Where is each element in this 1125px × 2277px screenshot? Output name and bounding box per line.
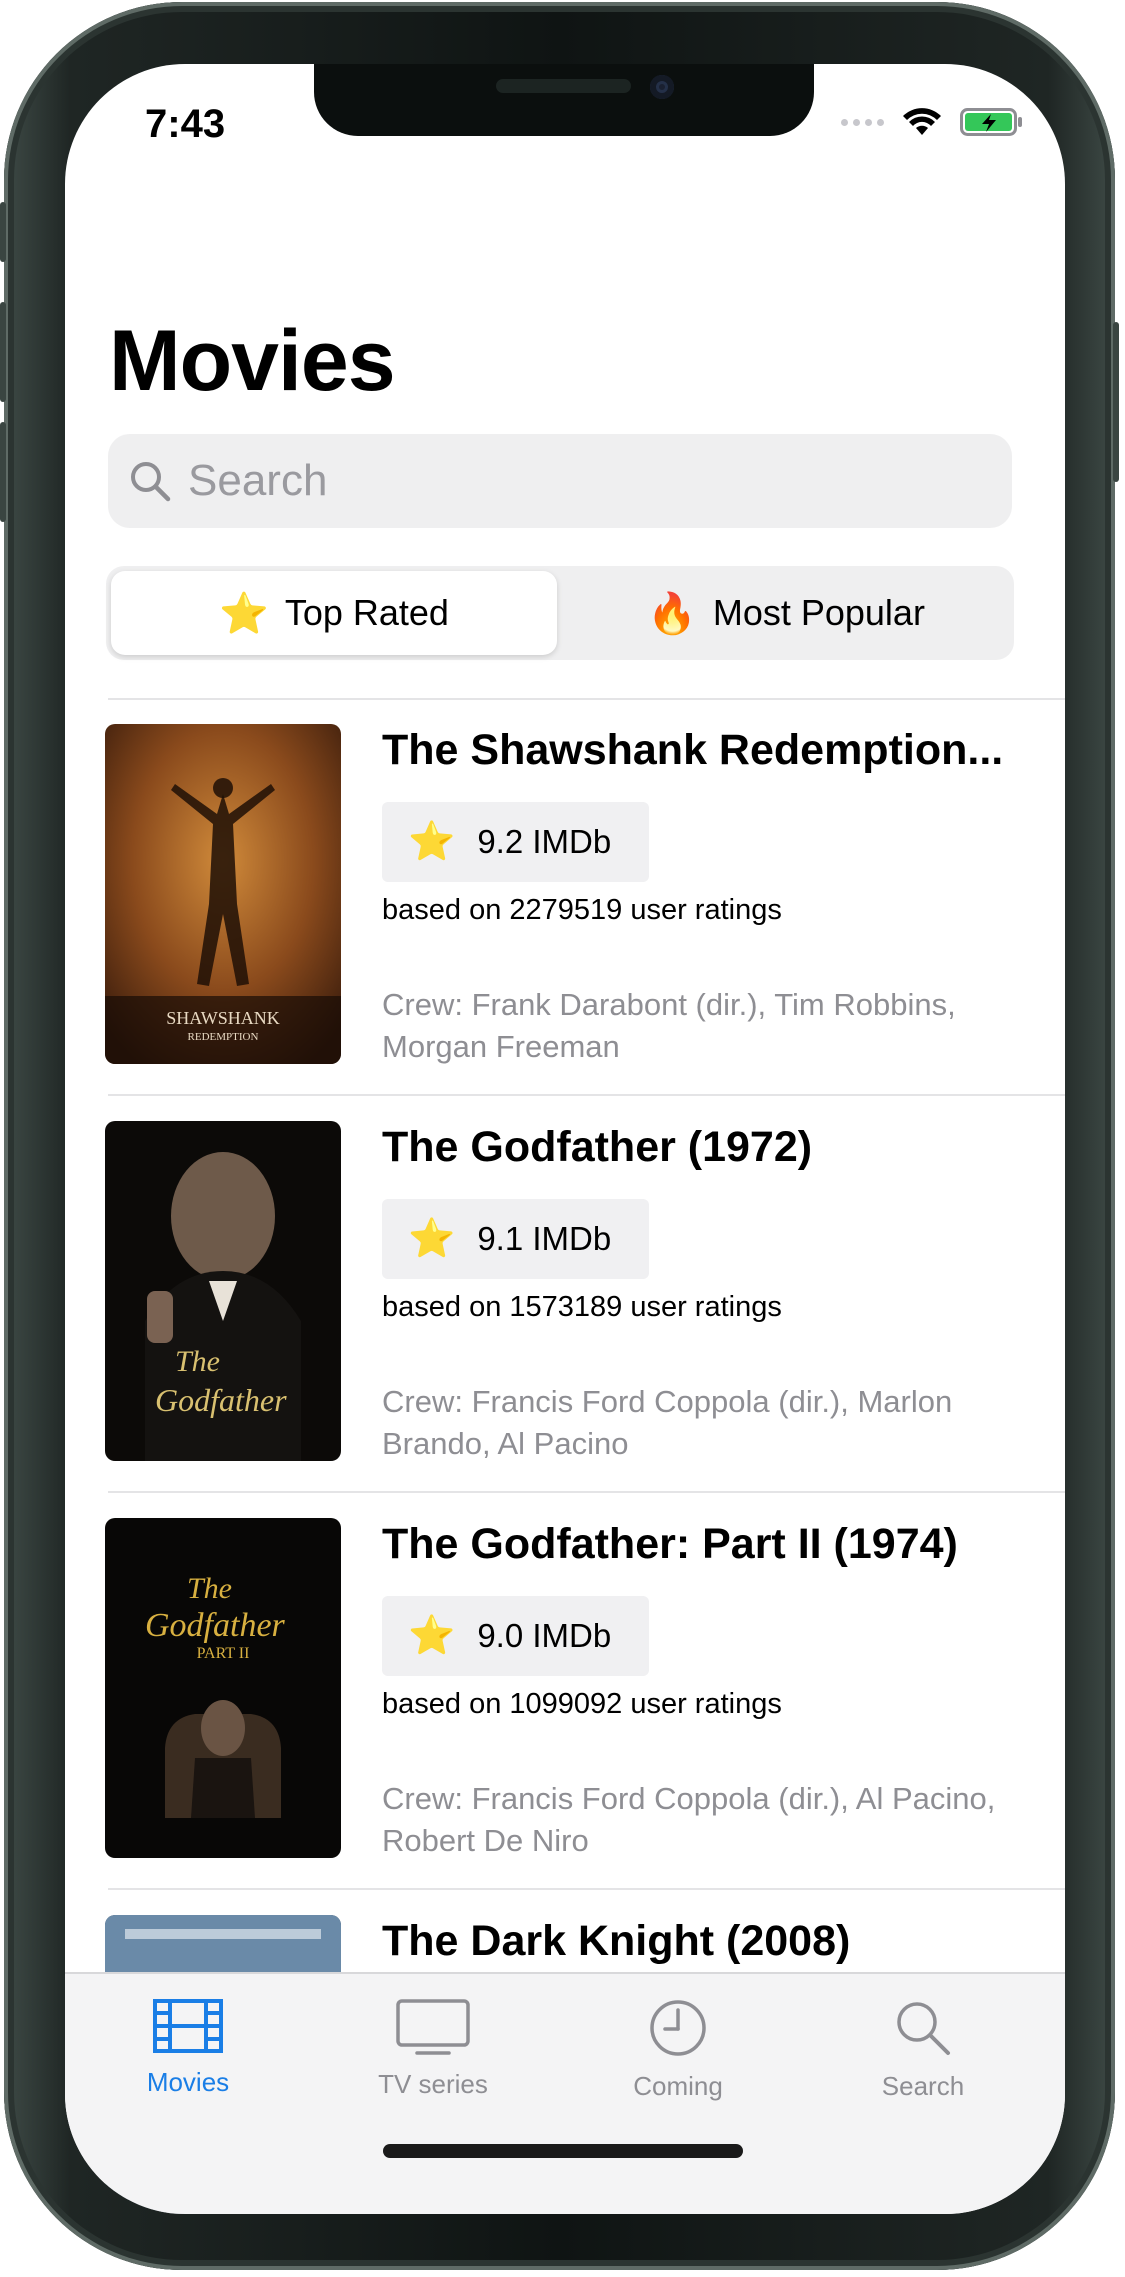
- tv-icon: [396, 1999, 470, 2055]
- status-time: 7:43: [145, 102, 226, 146]
- movie-title: The Godfather (1972): [382, 1123, 813, 1171]
- fire-icon: 🔥: [647, 591, 697, 636]
- battery-charging-icon: [960, 108, 1022, 136]
- page-title: Movies: [109, 313, 396, 409]
- earpiece-speaker: [496, 79, 631, 93]
- wifi-icon: [903, 108, 941, 135]
- poster-title-line: The: [187, 1572, 232, 1605]
- tab-label: Coming: [633, 2071, 723, 2101]
- movie-row[interactable]: SHAWSHANK REDEMPTION The Shawshank Redem…: [105, 724, 1065, 1074]
- poster-title-line: The: [175, 1345, 220, 1378]
- movie-row[interactable]: The Godfather The Godfather (1972) ⭐ 9.1…: [105, 1121, 1065, 1471]
- notch: [314, 64, 814, 136]
- tab-label: Movies: [146, 2067, 230, 2097]
- movie-poster: The Godfather: [105, 1121, 341, 1461]
- imdb-rating-badge: ⭐ 9.1 IMDb: [382, 1199, 650, 1279]
- volume-up-button: [0, 302, 6, 402]
- search-icon: [131, 462, 171, 502]
- tab-coming[interactable]: Coming: [578, 1998, 778, 2102]
- film-icon: [153, 1999, 223, 2053]
- poster-title-line: Godfather: [155, 1382, 287, 1418]
- crew-text: Crew: Francis Ford Coppola (dir.), Al Pa…: [382, 1781, 996, 1858]
- screen: 7:43 Movies Search ⭐ Top Rated 🔥 Most Po…: [65, 64, 1065, 2214]
- movie-poster: SHAWSHANK REDEMPTION: [105, 724, 341, 1064]
- poster-title-line: SHAWSHANK: [166, 1008, 280, 1028]
- silent-switch: [0, 202, 6, 262]
- list-top-divider: [108, 698, 1065, 700]
- rating-value: 9.1 IMDb: [477, 1220, 612, 1257]
- crew-text: Crew: Frank Darabont (dir.), Tim Robbins…: [382, 987, 956, 1064]
- movie-poster: The Godfather PART II: [105, 1518, 341, 1858]
- segment-top-rated[interactable]: ⭐ Top Rated: [111, 571, 557, 655]
- segment-label: Top Rated: [284, 592, 449, 633]
- tab-movies[interactable]: Movies: [88, 1998, 288, 2098]
- star-icon: ⭐: [219, 591, 269, 636]
- cellular-signal-icon: [841, 118, 884, 126]
- rating-value: 9.0 IMDb: [477, 1617, 612, 1654]
- rating-value: 9.2 IMDb: [477, 823, 612, 860]
- segment-most-popular[interactable]: 🔥 Most Popular: [563, 571, 1009, 655]
- row-divider: [108, 1094, 1065, 1096]
- clock-icon: [650, 2000, 706, 2056]
- star-icon: ⭐: [408, 1615, 456, 1657]
- row-divider: [108, 1888, 1065, 1890]
- crew-text: Crew: Francis Ford Coppola (dir.), Marlo…: [382, 1384, 953, 1461]
- ratings-count: based on 2279519 user ratings: [382, 894, 782, 926]
- movie-row[interactable]: The Godfather PART II The Godfather: Par…: [105, 1518, 1065, 1868]
- volume-down-button: [0, 422, 6, 522]
- home-indicator: [383, 2144, 743, 2158]
- front-camera: [650, 75, 674, 99]
- poster-title-line: REDEMPTION: [188, 1031, 259, 1043]
- search-input[interactable]: [186, 455, 970, 507]
- status-indicators: [841, 100, 1024, 144]
- movie-title: The Godfather: Part II (1974): [382, 1520, 958, 1568]
- tab-label: TV series: [378, 2069, 488, 2099]
- tab-tv-series[interactable]: TV series: [333, 1998, 533, 2100]
- imdb-rating-badge: ⭐ 9.0 IMDb: [382, 1596, 650, 1676]
- segment-label: Most Popular: [712, 592, 925, 633]
- movie-title: The Shawshank Redemption...: [382, 726, 1004, 774]
- tab-label: Search: [881, 2071, 965, 2101]
- star-icon: ⭐: [408, 1218, 456, 1260]
- star-icon: ⭐: [408, 821, 456, 863]
- tab-bar: Movies TV series Coming Search: [65, 1972, 1065, 2214]
- ratings-count: based on 1573189 user ratings: [382, 1291, 782, 1323]
- row-divider: [108, 1491, 1065, 1493]
- category-segmented-control: ⭐ Top Rated 🔥 Most Popular: [106, 566, 1014, 660]
- imdb-rating-badge: ⭐ 9.2 IMDb: [382, 802, 650, 882]
- magnifier-icon: [897, 2002, 950, 2055]
- movie-title: The Dark Knight (2008): [382, 1917, 851, 1965]
- ratings-count: based on 1099092 user ratings: [382, 1688, 782, 1720]
- power-button: [1113, 322, 1119, 482]
- poster-title-line: PART II: [197, 1645, 250, 1662]
- poster-title-line: Godfather: [145, 1607, 286, 1644]
- search-bar[interactable]: [108, 434, 1012, 528]
- tab-search[interactable]: Search: [823, 1998, 1023, 2102]
- phone-frame: 7:43 Movies Search ⭐ Top Rated 🔥 Most Po…: [0, 2, 1119, 2270]
